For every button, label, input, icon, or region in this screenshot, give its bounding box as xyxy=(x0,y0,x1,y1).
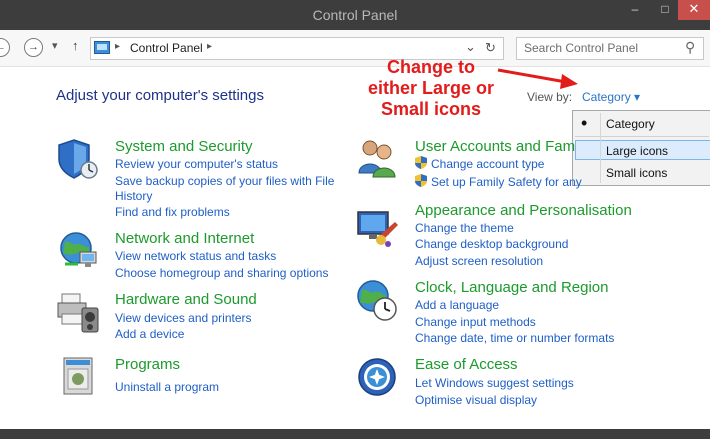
change-theme-link[interactable]: Change the theme xyxy=(415,221,514,235)
user-accounts-title[interactable]: User Accounts and Fam xyxy=(415,138,575,155)
hardware-sound-icon xyxy=(57,293,99,333)
window-bottom-border xyxy=(0,429,710,439)
address-history-chevron-icon[interactable]: ⌄ xyxy=(465,39,476,55)
menu-divider xyxy=(575,136,709,137)
add-language-link[interactable]: Add a language xyxy=(415,298,499,312)
family-safety-link[interactable]: Set up Family Safety for any xyxy=(431,175,582,189)
back-button[interactable]: ← xyxy=(0,38,10,57)
title-bar: Control Panel – □ ✕ xyxy=(0,0,710,30)
appearance-title[interactable]: Appearance and Personalisation xyxy=(415,202,632,219)
change-date-time-link[interactable]: Change date, time or number formats xyxy=(415,331,614,345)
menu-item-small-icons[interactable]: Small icons xyxy=(606,166,667,180)
devices-printers-link[interactable]: View devices and printers xyxy=(115,311,252,325)
clock-language-title[interactable]: Clock, Language and Region xyxy=(415,279,608,296)
menu-item-large-icons[interactable]: Large icons xyxy=(606,144,668,158)
view-by-menu: • Category Large icons Small icons xyxy=(572,110,710,186)
uninstall-program-link[interactable]: Uninstall a program xyxy=(115,380,219,394)
screen-resolution-link[interactable]: Adjust screen resolution xyxy=(415,254,543,268)
close-button[interactable]: ✕ xyxy=(678,0,710,20)
annotation-arrow-icon xyxy=(497,68,578,89)
annotation-line-3: Small icons xyxy=(380,99,482,119)
change-input-methods-link[interactable]: Change input methods xyxy=(415,315,536,329)
desktop-background-link[interactable]: Change desktop background xyxy=(415,237,568,251)
path-separator-icon[interactable]: ▸ xyxy=(115,41,120,52)
breadcrumb-control-panel[interactable]: Control Panel xyxy=(130,41,203,55)
programs-title[interactable]: Programs xyxy=(115,356,180,373)
menu-item-category[interactable]: Category xyxy=(606,117,655,131)
backup-files-link-history[interactable]: History xyxy=(115,189,152,203)
ease-of-access-icon xyxy=(358,358,396,396)
view-by-label: View by: xyxy=(527,90,573,104)
add-device-link[interactable]: Add a device xyxy=(115,327,184,341)
up-button[interactable]: ↑ xyxy=(72,38,79,53)
page-title: Adjust your computer's settings xyxy=(56,87,264,104)
backup-files-link[interactable]: Save backup copies of your files with Fi… xyxy=(115,174,334,188)
optimise-display-link[interactable]: Optimise visual display xyxy=(415,393,537,407)
maximize-button[interactable]: □ xyxy=(654,0,676,20)
user-accounts-icon xyxy=(358,140,396,178)
homegroup-sharing-link[interactable]: Choose homegroup and sharing options xyxy=(115,266,328,280)
search-icon[interactable]: ⚲ xyxy=(685,39,695,56)
search-placeholder: Search Control Panel xyxy=(524,41,639,55)
find-fix-problems-link[interactable]: Find and fix problems xyxy=(115,205,230,219)
appearance-personalisation-icon xyxy=(357,211,398,247)
view-network-status-link[interactable]: View network status and tasks xyxy=(115,249,276,263)
admin-shield-icon xyxy=(415,156,427,169)
review-status-link[interactable]: Review your computer's status xyxy=(115,157,278,171)
admin-shield-icon xyxy=(415,174,427,187)
ease-of-access-title[interactable]: Ease of Access xyxy=(415,356,518,373)
forward-button[interactable]: → xyxy=(24,38,43,57)
windows-suggest-link[interactable]: Let Windows suggest settings xyxy=(415,376,574,390)
menu-gutter-divider xyxy=(600,113,601,183)
recent-pages-chevron-icon[interactable]: ▾ xyxy=(52,39,58,52)
control-panel-icon xyxy=(94,41,110,54)
clock-language-region-icon xyxy=(357,280,397,321)
search-input[interactable]: Search Control Panel ⚲ xyxy=(516,37,704,60)
network-internet-title[interactable]: Network and Internet xyxy=(115,230,254,247)
network-internet-icon xyxy=(60,232,97,267)
system-security-title[interactable]: System and Security xyxy=(115,138,253,155)
selected-bullet-icon: • xyxy=(581,113,588,133)
window-title: Control Panel xyxy=(312,7,398,23)
view-by-dropdown[interactable]: Category ▾ xyxy=(582,90,640,104)
path-separator-icon[interactable]: ▸ xyxy=(207,41,212,52)
hardware-sound-title[interactable]: Hardware and Sound xyxy=(115,291,257,308)
system-security-icon xyxy=(58,139,98,179)
refresh-button[interactable]: ↻ xyxy=(485,40,496,56)
minimize-button[interactable]: – xyxy=(624,0,646,20)
change-account-type-link[interactable]: Change account type xyxy=(431,157,544,171)
programs-icon xyxy=(63,357,93,395)
